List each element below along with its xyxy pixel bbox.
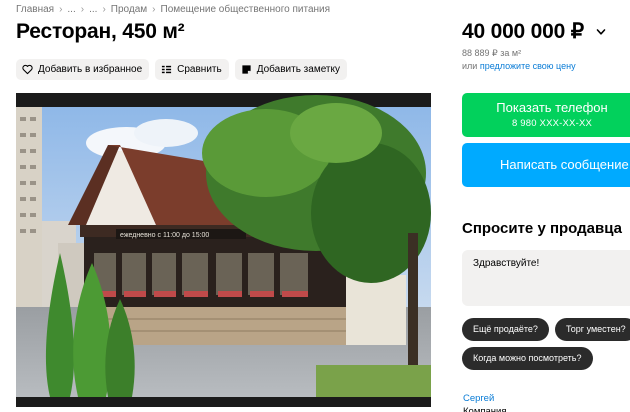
write-message-label: Написать сообщение bbox=[500, 157, 629, 172]
phone-masked: 8 980 XXX-XX-XX bbox=[511, 118, 593, 129]
breadcrumb-separator: › bbox=[102, 4, 106, 15]
compare-icon bbox=[162, 65, 172, 74]
quick-reply-still-selling[interactable]: Ещё продаёте? bbox=[462, 318, 549, 341]
breadcrumb-sale[interactable]: Продам bbox=[111, 4, 147, 15]
ask-seller-input[interactable] bbox=[462, 250, 630, 306]
price-per-m2: 88 889 ₽ за м² bbox=[462, 48, 522, 58]
add-to-favorites-button[interactable]: Добавить в избранное bbox=[16, 59, 150, 80]
breadcrumb-separator: › bbox=[59, 4, 63, 15]
ask-seller-title: Спросите у продавца bbox=[462, 220, 622, 237]
compare-label: Сравнить bbox=[177, 64, 222, 75]
add-to-favorites-label: Добавить в избранное bbox=[38, 64, 143, 75]
write-message-button[interactable]: Написать сообщение bbox=[462, 143, 630, 187]
listing-actions: Добавить в избранное Сравнить Добавить з… bbox=[16, 59, 347, 80]
breadcrumb-home[interactable]: Главная bbox=[16, 4, 54, 15]
add-note-button[interactable]: Добавить заметку bbox=[234, 59, 347, 80]
price-offer-prefix: или bbox=[462, 61, 478, 71]
breadcrumb-separator: › bbox=[152, 4, 156, 15]
breadcrumb: Главная › ... › ... › Продам › Помещение… bbox=[16, 4, 330, 15]
breadcrumb-ellipsis[interactable]: ... bbox=[89, 4, 97, 15]
note-icon bbox=[242, 65, 251, 74]
heart-icon bbox=[22, 64, 33, 75]
seller-type: Компания bbox=[463, 406, 507, 412]
price-offer: или предложите свою цену bbox=[462, 61, 576, 71]
page-title: Ресторан, 450 м² bbox=[16, 20, 185, 43]
quick-reply-viewing[interactable]: Когда можно посмотреть? bbox=[462, 347, 593, 370]
quick-reply-bargain[interactable]: Торг уместен? bbox=[555, 318, 630, 341]
seller-name[interactable]: Сергей bbox=[463, 393, 494, 404]
chevron-down-icon[interactable] bbox=[596, 27, 606, 37]
show-phone-button[interactable]: Показать телефон 8 980 XXX-XX-XX bbox=[462, 93, 630, 137]
restaurant-sign: ежедневно с 11:00 до 15:00 bbox=[120, 232, 209, 239]
show-phone-label: Показать телефон bbox=[496, 100, 608, 115]
breadcrumb-separator: › bbox=[80, 4, 85, 15]
price-row[interactable]: 40 000 000 ₽ bbox=[462, 19, 606, 44]
add-note-label: Добавить заметку bbox=[256, 64, 340, 75]
breadcrumb-category[interactable]: Помещение общественного питания bbox=[161, 4, 331, 15]
price: 40 000 000 ₽ bbox=[462, 20, 584, 43]
suggest-price-link[interactable]: предложите свою цену bbox=[480, 61, 576, 71]
listing-photo: ежедневно с 11:00 до 15:00 bbox=[16, 95, 431, 397]
breadcrumb-ellipsis[interactable]: ... bbox=[67, 4, 75, 15]
photo-gallery[interactable]: ежедневно с 11:00 до 15:00 bbox=[16, 93, 431, 407]
compare-button[interactable]: Сравнить bbox=[155, 59, 229, 80]
